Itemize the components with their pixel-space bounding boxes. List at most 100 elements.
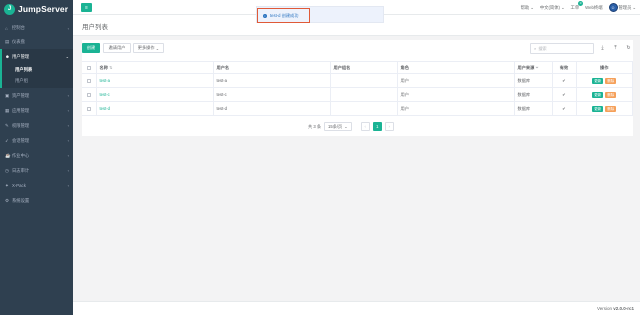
- page-size-select[interactable]: 15条/页 ⌄: [324, 122, 352, 131]
- user-name-link[interactable]: test-a: [100, 78, 110, 83]
- create-button[interactable]: 创建: [82, 43, 100, 53]
- th-icon: ▦: [5, 107, 10, 113]
- users-icon: ☻: [5, 54, 10, 59]
- sidebar-item-6[interactable]: ☕ 作业中心 ‹: [0, 148, 73, 163]
- update-button[interactable]: 更新: [592, 77, 604, 84]
- gear-icon: ⚙: [5, 197, 10, 203]
- cell-actions: 更新 删除: [576, 101, 633, 116]
- version-label: Version: [596, 306, 612, 311]
- chevron-down-icon: ⌄: [344, 124, 348, 129]
- ticket-link[interactable]: 工单 0: [570, 0, 584, 11]
- delete-button[interactable]: 删除: [605, 77, 617, 84]
- chevron-left-icon: ‹: [67, 108, 69, 113]
- search-input[interactable]: ⌕ 搜索: [530, 43, 594, 54]
- language-menu[interactable]: 中文(简体) ⌄: [540, 5, 565, 11]
- delete-button[interactable]: 删除: [605, 91, 617, 98]
- sidebar-item-label: 会话管理: [12, 137, 30, 143]
- sidebar-item-2[interactable]: ▣ 资产管理 ‹: [0, 88, 73, 103]
- sidebar-nav: ⌂ 控制台 ‹ ▤ 仪表盘 ☻ 用户管理 ⌄ 用户列表 用户组 ▣ 资产管理 ‹ ▦ 应用管理 ‹ ✎ 权限管理 ‹…: [0, 22, 73, 208]
- cell-name: test-a: [96, 73, 214, 88]
- col-role: 角色: [397, 61, 515, 74]
- table-header-row: 名称 ⇅ 用户名 用户组名 角色 用户来源 ⏷ 有效 操作: [82, 61, 633, 74]
- logo[interactable]: J JumpServer: [0, 0, 73, 18]
- sidebar-item-label: 日志审计: [12, 167, 30, 173]
- update-button[interactable]: 更新: [592, 105, 604, 112]
- table-body: test-a test-a 用户 数据库 ✔ 更新 删除 test-c test-c 用户 数据库 ✔…: [82, 73, 633, 116]
- invite-user-button[interactable]: 邀请用户: [103, 43, 131, 53]
- chevron-down-icon: ⌄: [632, 4, 636, 10]
- row-checkbox[interactable]: [82, 101, 97, 116]
- web-terminal-link[interactable]: Web终端: [585, 5, 602, 11]
- sidebar: J JumpServer ⌂ 控制台 ‹ ▤ 仪表盘 ☻ 用户管理 ⌄ 用户列表 用户组 ▣ 资产管理…: [0, 0, 73, 315]
- user-menu[interactable]: ☺ 管理员 ⌄: [608, 3, 636, 12]
- delete-button[interactable]: 删除: [605, 105, 617, 112]
- table-row: test-d test-d 用户 数据库 ✔ 更新 删除: [82, 101, 633, 116]
- table-toolbar: 创建 邀请用户 更多操作 ⌄ ⌕ 搜索 ⤓ ⤒ ↻: [82, 42, 633, 54]
- cell-role: 用户: [397, 87, 515, 102]
- page-size-label: 15条/页: [328, 123, 343, 129]
- history-icon: ◷: [5, 167, 9, 173]
- chevron-left-icon: ‹: [67, 123, 69, 128]
- search-placeholder: 搜索: [538, 45, 547, 51]
- sidebar-item-9[interactable]: ⚙ 系统设置: [0, 193, 73, 208]
- home-icon: ⌂: [5, 25, 8, 31]
- prev-page-button[interactable]: ‹: [360, 122, 370, 131]
- row-checkbox[interactable]: [82, 87, 97, 102]
- sidebar-item-4[interactable]: ✎ 权限管理 ‹: [0, 118, 73, 133]
- rocket-icon: ➶: [5, 137, 9, 143]
- user-name-link[interactable]: test-c: [100, 92, 110, 97]
- sidebar-item-label: 仪表盘: [12, 38, 25, 44]
- col-name[interactable]: 名称 ⇅: [96, 61, 214, 74]
- table-row: test-a test-a 用户 数据库 ✔ 更新 删除: [82, 73, 633, 88]
- upload-icon[interactable]: ⤒: [612, 44, 619, 52]
- row-checkbox[interactable]: [82, 73, 97, 88]
- sidebar-item-console[interactable]: ⌂ 控制台 ‹: [0, 22, 73, 34]
- more-actions-dropdown[interactable]: 更多操作 ⌄: [133, 43, 164, 53]
- col-source[interactable]: 用户来源 ⏷: [514, 61, 553, 74]
- sidebar-item-3[interactable]: ▦ 应用管理 ‹: [0, 103, 73, 118]
- logo-text: JumpServer: [18, 4, 69, 14]
- cell-actions: 更新 删除: [576, 87, 633, 102]
- help-menu[interactable]: 帮助 ⌄: [521, 5, 534, 11]
- sidebar-item-label: 应用管理: [12, 107, 30, 113]
- sidebar-subitem-0[interactable]: 用户列表: [2, 64, 73, 75]
- col-valid: 有效: [552, 61, 577, 74]
- refresh-icon[interactable]: ↻: [625, 44, 632, 52]
- chevron-left-icon: ‹: [67, 153, 69, 158]
- info-icon: i: [263, 13, 267, 18]
- sidebar-item-label: X-Pack: [12, 183, 26, 188]
- chevron-down-icon: ⌄: [530, 4, 534, 10]
- cell-group: [330, 101, 398, 116]
- user-list-panel: 创建 邀请用户 更多操作 ⌄ ⌕ 搜索 ⤓ ⤒ ↻ 名称 ⇅ 用户名 用户组名 …: [82, 40, 633, 136]
- ticket-label: 工单: [570, 4, 580, 10]
- help-label: 帮助: [520, 4, 530, 10]
- sidebar-item-0[interactable]: ▤ 仪表盘: [0, 34, 73, 49]
- chevron-down-icon: ⌄: [65, 54, 69, 59]
- footer: Version v2.0.0-rc1: [73, 301, 640, 315]
- sidebar-submenu: 用户列表 用户组: [0, 64, 73, 88]
- checkbox-box: [86, 65, 91, 71]
- update-button[interactable]: 更新: [592, 91, 604, 98]
- sidebar-item-7[interactable]: ◷ 日志审计 ‹: [0, 163, 73, 178]
- col-source-label: 用户来源: [517, 64, 535, 70]
- cell-source: 数据库: [514, 87, 553, 102]
- search-icon: ⌕: [534, 46, 537, 51]
- checkbox-box: [86, 78, 91, 84]
- next-page-button[interactable]: ›: [384, 122, 394, 131]
- select-all-checkbox[interactable]: [82, 61, 97, 74]
- sidebar-item-8[interactable]: ✦ X-Pack ‹: [0, 178, 73, 193]
- menu-toggle-button[interactable]: ≡: [81, 3, 92, 12]
- chevron-down-icon: ⌄: [155, 45, 160, 51]
- user-name-link[interactable]: test-d: [100, 106, 110, 111]
- page-1-button[interactable]: 1: [372, 122, 382, 131]
- download-icon[interactable]: ⤓: [599, 44, 606, 52]
- sidebar-item-5[interactable]: ➶ 会话管理 ‹: [0, 133, 73, 148]
- sidebar-item-1[interactable]: ☻ 用户管理 ⌄: [0, 49, 73, 64]
- pagination: 共 3 条 15条/页 ⌄ ‹ 1 ›: [308, 121, 394, 132]
- col-actions: 操作: [576, 61, 633, 74]
- username-label: 管理员: [618, 4, 632, 10]
- cell-role: 用户: [397, 73, 515, 88]
- cell-username: test-d: [213, 101, 331, 116]
- ticket-badge: 0: [578, 0, 584, 6]
- sidebar-subitem-1[interactable]: 用户组: [2, 75, 73, 86]
